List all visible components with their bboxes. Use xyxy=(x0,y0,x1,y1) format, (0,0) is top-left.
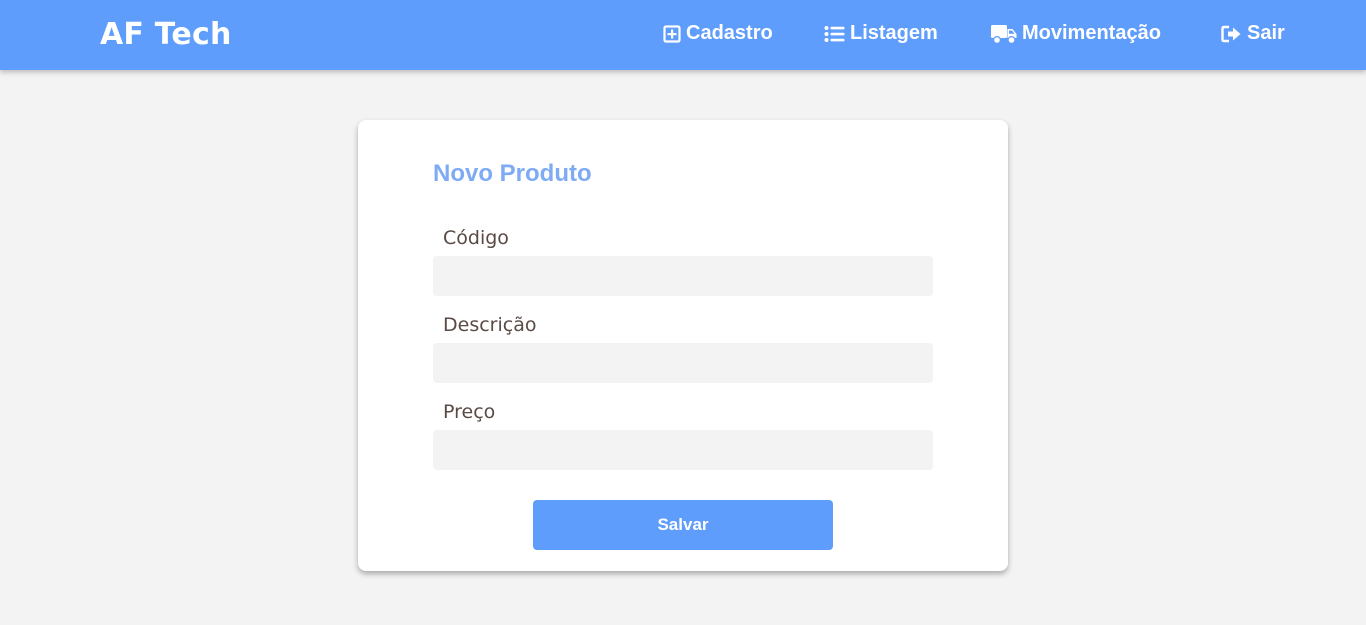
preco-label: Preço xyxy=(443,401,496,423)
sign-out-icon xyxy=(1221,25,1242,43)
codigo-label: Código xyxy=(443,227,509,249)
plus-square-icon xyxy=(663,24,681,43)
nav-item-label: Sair xyxy=(1247,22,1285,44)
product-form-card: Novo Produto Código Descrição Preço Salv… xyxy=(358,120,1008,571)
form-title: Novo Produto xyxy=(433,160,592,187)
nav-item-label: Movimentação xyxy=(1022,22,1161,44)
nav-item-listagem[interactable]: Listagem xyxy=(824,22,938,45)
nav-item-label: Listagem xyxy=(850,22,938,44)
list-icon xyxy=(824,25,845,43)
nav-item-label: Cadastro xyxy=(686,22,773,44)
nav-item-movimentacao[interactable]: Movimentação xyxy=(991,22,1161,45)
nav-item-cadastro[interactable]: Cadastro xyxy=(663,22,773,45)
descricao-input[interactable] xyxy=(433,343,933,383)
descricao-label: Descrição xyxy=(443,314,537,336)
truck-icon xyxy=(991,24,1017,44)
brand-logo[interactable]: AF Tech xyxy=(100,17,232,52)
save-button[interactable]: Salvar xyxy=(533,500,833,550)
top-navbar: AF Tech Cadastro Listagem Movimentação S… xyxy=(0,0,1366,70)
preco-input[interactable] xyxy=(433,430,933,470)
codigo-input[interactable] xyxy=(433,256,933,296)
nav-item-sair[interactable]: Sair xyxy=(1221,22,1285,45)
